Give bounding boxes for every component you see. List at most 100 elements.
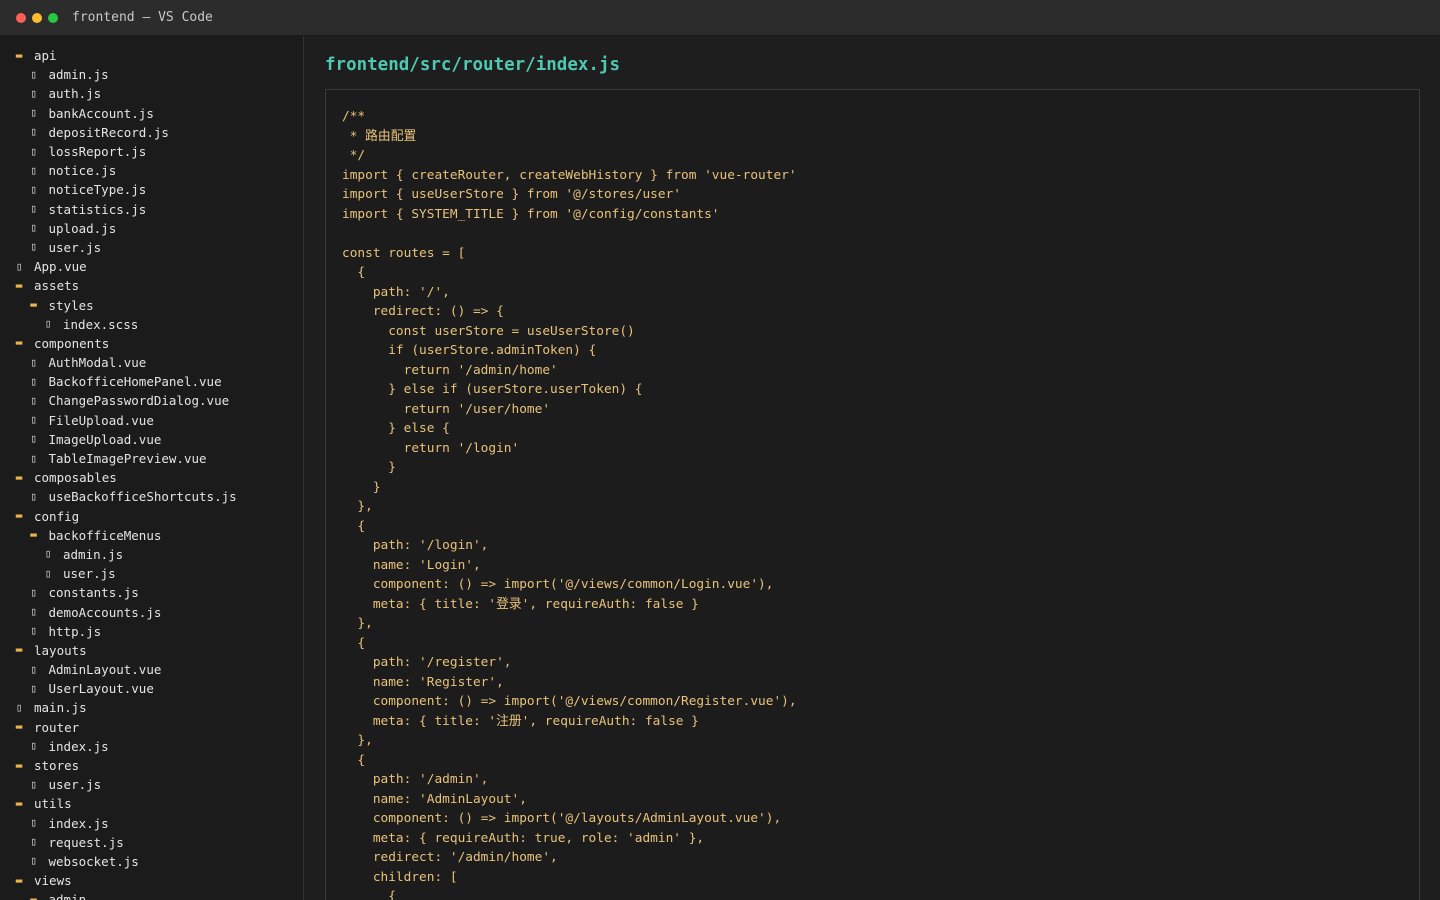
tree-file[interactable]: ▯ statistics.js (0, 200, 303, 219)
file-icon: ▯ (30, 489, 37, 503)
folder-icon: ▬ (15, 758, 23, 772)
tree-item-label: index.scss (63, 316, 139, 332)
code-line: * 路由配置 (342, 128, 417, 144)
tree-file[interactable]: ▯ main.js (0, 698, 303, 717)
tree-item-label: request.js (48, 834, 124, 850)
tree-file[interactable]: ▯ constants.js (0, 583, 303, 602)
tree-file[interactable]: ▯ user.js (0, 775, 303, 794)
tree-file[interactable]: ▯ FileUpload.vue (0, 411, 303, 430)
tree-file[interactable]: ▯ request.js (0, 833, 303, 852)
tree-file[interactable]: ▯ bankAccount.js (0, 104, 303, 123)
minimize-window-button[interactable] (32, 13, 42, 23)
tree-file[interactable]: ▯ AdminLayout.vue (0, 660, 303, 679)
code-line: path: '/', (342, 284, 450, 300)
file-icon: ▯ (30, 144, 37, 158)
code-line: name: 'AdminLayout', (342, 791, 527, 807)
tree-folder[interactable]: ▬ styles (0, 295, 303, 314)
file-icon: ▯ (30, 739, 37, 753)
code-panel[interactable]: /** * 路由配置 */ import { createRouter, crea… (325, 89, 1420, 900)
file-icon: ▯ (30, 106, 37, 120)
tree-file[interactable]: ▯ admin.js (0, 65, 303, 84)
tree-folder[interactable]: ▬ utils (0, 794, 303, 813)
tree-file[interactable]: ▯ ChangePasswordDialog.vue (0, 391, 303, 410)
code-line: import { SYSTEM_TITLE } from '@/config/c… (342, 206, 720, 222)
tree-file[interactable]: ▯ useBackofficeShortcuts.js (0, 487, 303, 506)
code-line: path: '/login', (342, 538, 489, 553)
tree-file[interactable]: ▯ auth.js (0, 84, 303, 103)
tree-item-label: main.js (34, 700, 87, 716)
folder-icon: ▬ (15, 720, 23, 734)
tree-item-label: backofficeMenus (48, 527, 162, 543)
code-line: component: () => import('@/views/common/… (342, 694, 797, 709)
tree-file[interactable]: ▯ AuthModal.vue (0, 353, 303, 372)
tree-item-label: lossReport.js (48, 144, 147, 160)
tree-folder[interactable]: ▬ backofficeMenus (0, 526, 303, 545)
file-icon: ▯ (30, 374, 37, 388)
tree-file[interactable]: ▯ BackofficeHomePanel.vue (0, 372, 303, 391)
code-line: meta: { requireAuth: true, role: 'admin'… (342, 830, 705, 846)
tree-file[interactable]: ▯ UserLayout.vue (0, 679, 303, 698)
tree-item-label: admin (48, 892, 87, 900)
code-line: { (342, 518, 366, 534)
tree-file[interactable]: ▯ admin.js (0, 545, 303, 564)
tree-file[interactable]: ▯ App.vue (0, 257, 303, 276)
code-line: return '/admin/home' (342, 362, 558, 378)
file-icon: ▯ (30, 432, 37, 446)
tree-file[interactable]: ▯ websocket.js (0, 852, 303, 871)
code-line: return '/user/home' (342, 401, 551, 417)
tree-folder[interactable]: ▬ admin (0, 890, 303, 900)
code-line: return '/login' (342, 440, 520, 456)
code-block: /** * 路由配置 */ import { createRouter, crea… (342, 107, 797, 900)
tree-item-label: App.vue (34, 259, 87, 275)
tree-folder[interactable]: ▬ router (0, 718, 303, 737)
tree-folder[interactable]: ▬ stores (0, 756, 303, 775)
tree-file[interactable]: ▯ user.js (0, 238, 303, 257)
tree-file[interactable]: ▯ ImageUpload.vue (0, 430, 303, 449)
tree-item-label: components (34, 335, 110, 351)
tree-item-label: assets (34, 278, 80, 294)
tree-file[interactable]: ▯ index.js (0, 814, 303, 833)
folder-icon: ▬ (15, 470, 23, 484)
tree-item-label: bankAccount.js (48, 105, 154, 121)
tree-file[interactable]: ▯ index.js (0, 737, 303, 756)
tree-folder[interactable]: ▬ config (0, 507, 303, 526)
file-explorer: ▬ api ▯ admin.js ▯ auth.js ▯ bankAccount.js ▯ dep… (0, 36, 304, 900)
tree-file[interactable]: ▯ notice.js (0, 161, 303, 180)
code-line: */ (342, 148, 366, 163)
tree-folder[interactable]: ▬ composables (0, 468, 303, 487)
tree-file[interactable]: ▯ demoAccounts.js (0, 602, 303, 621)
close-window-button[interactable] (16, 13, 26, 23)
file-icon: ▯ (30, 355, 37, 369)
code-line: path: '/register', (342, 655, 512, 670)
tree-file[interactable]: ▯ noticeType.js (0, 180, 303, 199)
code-line: component: () => import('@/layouts/Admin… (342, 811, 782, 826)
file-path-heading: frontend/src/router/index.js (325, 55, 621, 75)
folder-icon: ▬ (15, 509, 23, 523)
file-icon: ▯ (30, 451, 37, 465)
tree-folder[interactable]: ▬ api (0, 46, 303, 65)
file-icon: ▯ (30, 86, 37, 100)
tree-file[interactable]: ▯ index.scss (0, 315, 303, 334)
tree-file[interactable]: ▯ lossReport.js (0, 142, 303, 161)
tree-folder[interactable]: ▬ assets (0, 276, 303, 295)
tree-item-label: AuthModal.vue (48, 355, 147, 371)
code-line: meta: { title: '注册', requireAuth: false … (342, 713, 699, 729)
tree-item-label: http.js (48, 623, 102, 639)
tree-file[interactable]: ▯ depositRecord.js (0, 123, 303, 142)
maximize-window-button[interactable] (48, 13, 58, 23)
code-line: name: 'Register', (342, 674, 504, 690)
tree-folder[interactable]: ▬ layouts (0, 641, 303, 660)
tree-file[interactable]: ▯ upload.js (0, 219, 303, 238)
tree-folder[interactable]: ▬ views (0, 871, 303, 890)
file-icon: ▯ (15, 259, 23, 273)
tree-item-label: websocket.js (48, 853, 139, 869)
tree-file[interactable]: ▯ TableImagePreview.vue (0, 449, 303, 468)
tree-item-label: depositRecord.js (48, 124, 169, 140)
tree-folder[interactable]: ▬ components (0, 334, 303, 353)
tree-file[interactable]: ▯ http.js (0, 622, 303, 641)
tree-item-label: views (34, 873, 72, 889)
tree-file[interactable]: ▯ user.js (0, 564, 303, 583)
tree-item-label: noticeType.js (48, 182, 147, 198)
file-icon: ▯ (15, 700, 23, 714)
